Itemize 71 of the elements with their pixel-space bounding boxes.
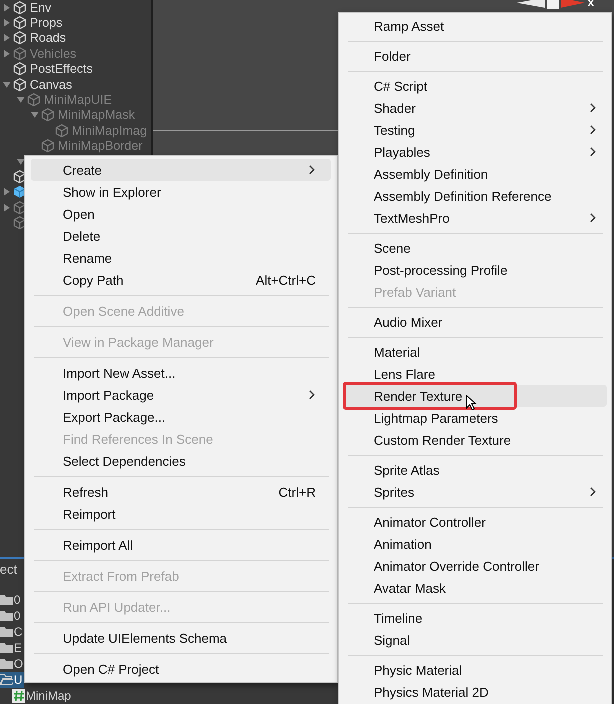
menu-item[interactable]: Rename [31, 247, 331, 269]
menu-item[interactable]: Lens Flare [343, 363, 607, 385]
menu-item[interactable]: Create [31, 159, 331, 181]
folder-icon [0, 609, 13, 623]
menu-item[interactable]: Lightmap Parameters [343, 407, 607, 429]
menu-item[interactable]: Post-processing Profile [343, 259, 607, 281]
hierarchy-item[interactable]: Env [30, 0, 52, 15]
menu-item[interactable]: Select Dependencies [31, 450, 331, 472]
project-item[interactable]: 0 [0, 592, 25, 608]
project-item[interactable]: O [0, 656, 28, 672]
menu-item[interactable]: C# Script [343, 75, 607, 97]
folder-icon [0, 657, 13, 671]
axis-label: x [588, 0, 594, 9]
menu-item[interactable]: Audio Mixer [343, 311, 607, 333]
menu-item[interactable]: Show in Explorer [31, 181, 331, 203]
folder-icon [0, 593, 13, 607]
menu-item[interactable]: Animation [343, 533, 607, 555]
menu-item[interactable]: Physics Material 2D [343, 681, 607, 703]
menu-item[interactable]: Testing [343, 119, 607, 141]
expanded-arrow-icon[interactable] [16, 156, 26, 167]
script-file-icon [12, 689, 25, 703]
menu-item[interactable]: Delete [31, 225, 331, 247]
menu-item[interactable]: Reimport [31, 503, 331, 525]
menu-item[interactable]: Avatar Mask [343, 577, 607, 599]
menu-item[interactable]: Playables [343, 141, 607, 163]
menu-item[interactable]: Export Package... [31, 406, 331, 428]
menu-item[interactable]: Refresh Ctrl+R [31, 481, 331, 503]
menu-item[interactable]: Animator Override Controller [343, 555, 607, 577]
panel-tab[interactable]: ect [0, 562, 18, 577]
menu-item[interactable]: Sprite Atlas [343, 459, 607, 481]
menu-item[interactable]: Open C# Project [31, 658, 331, 680]
menu-item[interactable]: Import Package [31, 384, 331, 406]
menu-item[interactable]: Material [343, 341, 607, 363]
folder-icon [0, 641, 13, 655]
menu-item[interactable]: Reimport All [31, 534, 331, 556]
menu-item[interactable]: Assembly Definition [343, 163, 607, 185]
hierarchy-item[interactable]: Props [30, 16, 63, 30]
project-item[interactable]: 0 [0, 608, 25, 624]
project-item[interactable]: E [0, 640, 26, 656]
collapsed-arrow-icon[interactable] [2, 202, 12, 213]
menu-item[interactable]: Sprites [343, 481, 607, 503]
collapsed-arrow-icon[interactable] [2, 187, 12, 198]
collapsed-arrow-icon[interactable] [2, 33, 12, 44]
shortcut-label: Alt+Ctrl+C [256, 272, 316, 288]
menu-item[interactable]: TextMeshPro [343, 207, 607, 229]
menu-item[interactable]: Assembly Definition Reference [343, 185, 607, 207]
hierarchy-item[interactable]: Roads [30, 31, 66, 46]
menu-item[interactable]: Signal [343, 629, 607, 651]
folder-icon [0, 625, 13, 639]
hierarchy-item[interactable]: Canvas [30, 78, 72, 92]
hierarchy-item[interactable]: PostEffects [30, 62, 93, 76]
project-item[interactable]: MiniMap [0, 688, 76, 704]
menu-item[interactable]: Timeline [343, 607, 607, 629]
menu-item[interactable]: Update UIElements Schema [31, 627, 331, 649]
menu-item[interactable]: Shader [343, 97, 607, 119]
project-item[interactable]: U [0, 672, 24, 688]
project-item[interactable]: C [0, 624, 27, 640]
collapsed-arrow-icon[interactable] [2, 18, 12, 28]
menu-item[interactable]: Open [31, 203, 331, 225]
menu-item[interactable]: Import New Asset... [31, 362, 331, 384]
collapsed-arrow-icon[interactable] [2, 2, 12, 13]
menu-item[interactable]: Ramp Asset [343, 15, 607, 37]
collapsed-arrow-icon[interactable] [2, 48, 12, 59]
menu-item[interactable]: Animator Controller [343, 511, 607, 533]
menu-item[interactable]: Scene [343, 237, 607, 259]
menu-item[interactable]: Folder [343, 45, 607, 67]
menu-item[interactable]: Physic Material [343, 659, 607, 681]
open-folder-icon [0, 673, 13, 687]
shortcut-label: Ctrl+R [278, 484, 316, 500]
menu-item[interactable]: Custom Render Texture [343, 429, 607, 451]
menu-item[interactable]: Copy Path Alt+Ctrl+C [31, 269, 331, 291]
